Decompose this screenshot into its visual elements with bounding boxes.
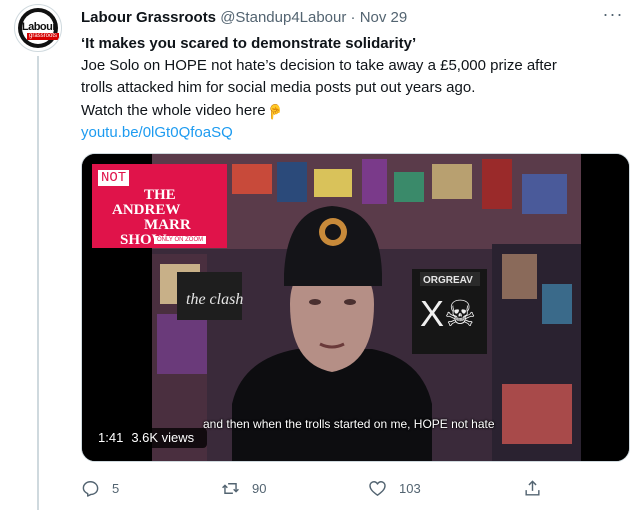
reply-button[interactable]: 5 <box>81 476 119 500</box>
author-handle[interactable]: @Standup4Labour <box>220 9 346 26</box>
show-logo-not: NOT <box>98 170 130 186</box>
author-name[interactable]: Labour Grassroots <box>81 9 216 26</box>
avatar[interactable]: Labour grassroots <box>14 4 62 52</box>
more-options-icon[interactable]: ··· <box>601 5 625 26</box>
tweet-line-3: Watch the whole video here <box>81 102 266 119</box>
poster-text: the clash <box>186 291 243 308</box>
show-logo-line-2: ANDREW <box>112 202 181 218</box>
thread-line <box>37 56 39 510</box>
video-player[interactable]: the clash ORGREAV X☠ NOT THE ANDREW MARR… <box>81 153 630 462</box>
video-views: 3.6K views <box>131 430 195 445</box>
show-logo-line-1: THE <box>144 187 176 203</box>
heart-icon <box>369 480 386 496</box>
avatar-logo-text: Labour <box>21 21 57 33</box>
tweet-header: Labour Grassroots @Standup4Labour · Nov … <box>81 9 407 26</box>
skull-glyph: X☠ <box>420 293 476 334</box>
reply-count: 5 <box>112 480 120 496</box>
share-icon <box>525 479 540 496</box>
show-logo: NOT THE ANDREW MARR SHOW ONLY ON ZOOM <box>92 164 227 248</box>
retweet-button[interactable]: 90 <box>221 476 266 500</box>
reply-icon <box>82 480 99 497</box>
tweet-actions: 5 90 103 <box>81 476 601 500</box>
share-button[interactable] <box>523 476 542 500</box>
avatar-logo-subtext: grassroots <box>27 33 59 40</box>
show-logo-line-3: MARR <box>144 217 191 233</box>
tweet-line-2: trolls attacked him for social media pos… <box>81 79 476 96</box>
tweet-headline: ‘It makes you scared to demonstrate soli… <box>81 35 417 52</box>
pointing-down-icon: ☝ <box>265 104 283 120</box>
video-duration: 1:41 <box>98 430 124 445</box>
video-duration-badge: 1:41 3.6K views <box>93 428 208 448</box>
header-separator: · <box>350 9 356 26</box>
video-link[interactable]: youtu.be/0lGt0QfoaSQ <box>81 124 233 141</box>
show-logo-tag: ONLY ON ZOOM <box>154 236 207 244</box>
like-count: 103 <box>399 480 421 496</box>
tweet-line-1: Joe Solo on HOPE not hate’s decision to … <box>81 57 557 74</box>
like-button[interactable]: 103 <box>368 476 421 500</box>
video-subtitle: and then when the trolls started on me, … <box>203 417 495 431</box>
retweet-count: 90 <box>252 480 267 496</box>
tweet-text: ‘It makes you scared to demonstrate soli… <box>81 33 621 144</box>
retweet-icon <box>222 482 239 494</box>
tweet-date[interactable]: Nov 29 <box>360 9 408 26</box>
banner-text: ORGREAV <box>423 275 473 286</box>
